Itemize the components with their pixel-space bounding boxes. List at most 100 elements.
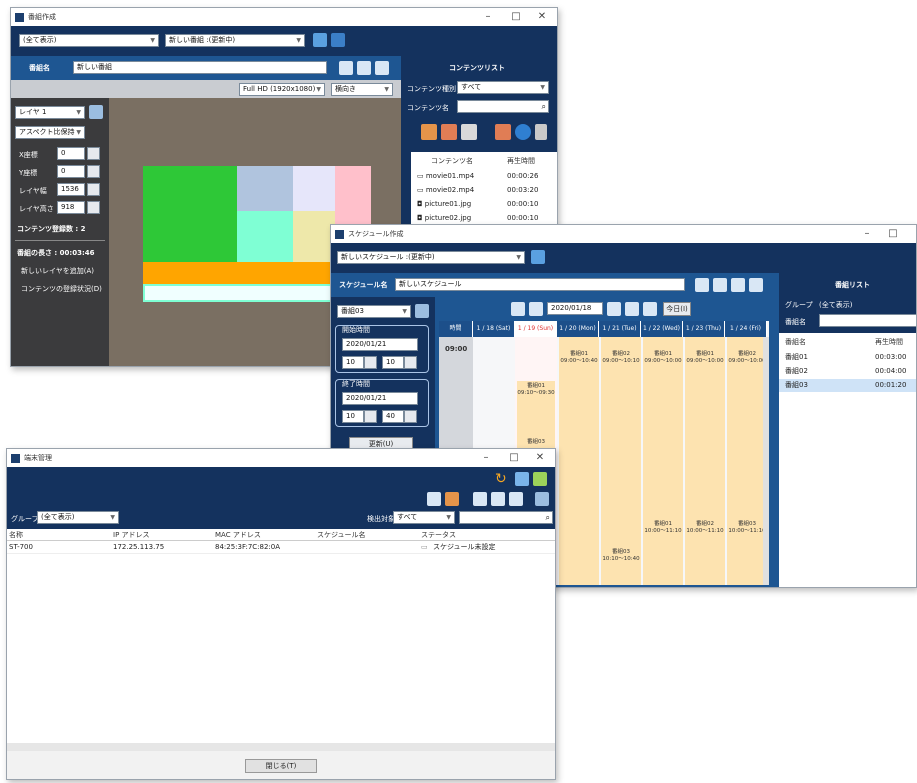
layer-block-aquamarine[interactable] (237, 211, 293, 262)
group-select[interactable]: (全て表示) ▼ (37, 511, 119, 524)
minimize-icon[interactable]: – (473, 452, 499, 463)
edit-content-icon[interactable] (495, 124, 511, 140)
new-program-icon[interactable] (313, 33, 327, 47)
delete-program-icon[interactable] (375, 61, 389, 75)
event-block[interactable] (685, 337, 725, 585)
search-icon[interactable]: ⌕ (542, 101, 546, 112)
add-layer-link[interactable]: 新しいレイヤを追加(A) (21, 266, 94, 276)
program-row-selected[interactable]: 番組03 00:01:20 (779, 379, 916, 392)
start-date-input[interactable]: 2020/01/21 (342, 338, 418, 351)
aspect-select[interactable]: アスペクト比保持 ▼ (15, 126, 85, 139)
event-block[interactable] (643, 337, 683, 585)
monitor-icon[interactable] (515, 472, 529, 486)
refresh-icon[interactable]: ↻ (495, 471, 507, 487)
close-icon[interactable]: ✕ (527, 452, 553, 463)
layer-block-lavender[interactable] (293, 166, 335, 211)
network-icon[interactable] (535, 492, 549, 506)
start-minute-spinner[interactable] (404, 356, 417, 369)
maximize-icon[interactable]: □ (880, 228, 906, 239)
schedule-name-input[interactable]: 新しいスケジュール (395, 278, 685, 291)
date-field[interactable]: 2020/01/18 (547, 302, 603, 315)
import-content-icon[interactable] (441, 124, 457, 140)
terminal-search-input[interactable]: ⌕ (459, 511, 553, 524)
resolution-select[interactable]: Full HD (1920x1080) ▼ (239, 83, 325, 96)
event-block[interactable] (559, 337, 599, 585)
minimize-icon[interactable]: – (475, 11, 501, 22)
content-search-input[interactable]: ⌕ (457, 100, 549, 113)
minimize-icon[interactable]: – (854, 228, 880, 239)
program-select[interactable]: 番組03 ▼ (337, 305, 411, 318)
calendar-icon[interactable] (607, 302, 621, 316)
prev-day-icon[interactable] (529, 302, 543, 316)
calendar-scrollbar[interactable] (763, 337, 769, 585)
search-icon[interactable]: ⌕ (546, 512, 550, 523)
display-icon[interactable] (533, 472, 547, 486)
start-hour-spinner[interactable] (364, 356, 377, 369)
close-icon[interactable]: ✕ (529, 11, 555, 22)
content-row[interactable]: ◘ picture01.jpg 00:00:10 (411, 198, 557, 211)
layer-block-green[interactable] (143, 166, 237, 262)
x-spinner[interactable] (87, 147, 100, 160)
horizontal-scrollbar[interactable] (7, 743, 555, 751)
add-layer-icon[interactable] (89, 105, 103, 119)
start-minute-input[interactable]: 10 (382, 356, 404, 369)
info-icon[interactable] (515, 124, 531, 140)
next-week-icon[interactable] (643, 302, 657, 316)
new-schedule-icon[interactable] (531, 250, 545, 264)
content-status-link[interactable]: コンテンツの登録状況(D) (21, 284, 102, 294)
end-hour-input[interactable]: 10 (342, 410, 364, 423)
program-select[interactable]: 新しい番組 :(更新中) ▼ (165, 34, 305, 47)
remove-icon[interactable] (509, 492, 523, 506)
program-search-input[interactable] (819, 314, 916, 327)
delete-icon[interactable] (749, 278, 763, 292)
table-row[interactable]: ST-700 172.25.113.75 84:25:3F:7C:82:0A ▭… (7, 541, 555, 554)
x-input[interactable]: 0 (57, 147, 85, 160)
export-icon[interactable] (473, 492, 487, 506)
width-spinner[interactable] (87, 183, 100, 196)
event-block[interactable] (727, 337, 767, 585)
height-input[interactable]: 918 (57, 201, 85, 214)
end-date-input[interactable]: 2020/01/21 (342, 392, 418, 405)
copy-icon[interactable] (731, 278, 745, 292)
end-minute-spinner[interactable] (404, 410, 417, 423)
content-row[interactable]: ▭ movie01.mp4 00:00:26 (411, 170, 557, 183)
preview-icon[interactable] (357, 61, 371, 75)
height-spinner[interactable] (87, 201, 100, 214)
y-input[interactable]: 0 (57, 165, 85, 178)
content-row[interactable]: ▭ movie02.mp4 00:03:20 (411, 184, 557, 197)
layer-block-khaki[interactable] (293, 211, 335, 262)
start-hour-input[interactable]: 10 (342, 356, 364, 369)
width-input[interactable]: 1536 (57, 183, 85, 196)
trash-icon[interactable] (535, 124, 547, 140)
layer-select[interactable]: レイヤ 1 ▼ (15, 106, 85, 119)
add-content-icon[interactable] (421, 124, 437, 140)
maximize-icon[interactable]: □ (503, 11, 529, 22)
send-icon[interactable] (427, 492, 441, 506)
today-button[interactable]: 今日(I) (663, 302, 691, 316)
save-icon[interactable] (695, 278, 709, 292)
layer-block-steelblue[interactable] (237, 166, 293, 211)
orientation-select[interactable]: 横向き ▼ (331, 83, 393, 96)
prev-week-icon[interactable] (511, 302, 525, 316)
program-name-input[interactable]: 新しい番組 (73, 61, 327, 74)
next-day-icon[interactable] (625, 302, 639, 316)
copy-program-icon[interactable] (331, 33, 345, 47)
y-spinner[interactable] (87, 165, 100, 178)
add-program-icon[interactable] (415, 304, 429, 318)
program-row[interactable]: 番組02 00:04:00 (779, 365, 916, 378)
maximize-icon[interactable]: □ (501, 452, 527, 463)
close-button[interactable]: 閉じる(T) (245, 759, 317, 773)
import-icon[interactable] (491, 492, 505, 506)
program-row[interactable]: 番組01 00:03:00 (779, 351, 916, 364)
content-type-select[interactable]: すべて ▼ (457, 81, 549, 94)
event-block[interactable] (601, 337, 641, 585)
terminal-add-icon[interactable] (445, 492, 459, 506)
export-content-icon[interactable] (461, 124, 477, 140)
group-select[interactable]: (全て表示) ▼ (19, 34, 159, 47)
preview-icon[interactable] (713, 278, 727, 292)
end-minute-input[interactable]: 40 (382, 410, 404, 423)
save-icon[interactable] (339, 61, 353, 75)
end-hour-spinner[interactable] (364, 410, 377, 423)
target-select[interactable]: すべて ▼ (393, 511, 455, 524)
group-value[interactable]: (全て表示) (819, 300, 852, 310)
